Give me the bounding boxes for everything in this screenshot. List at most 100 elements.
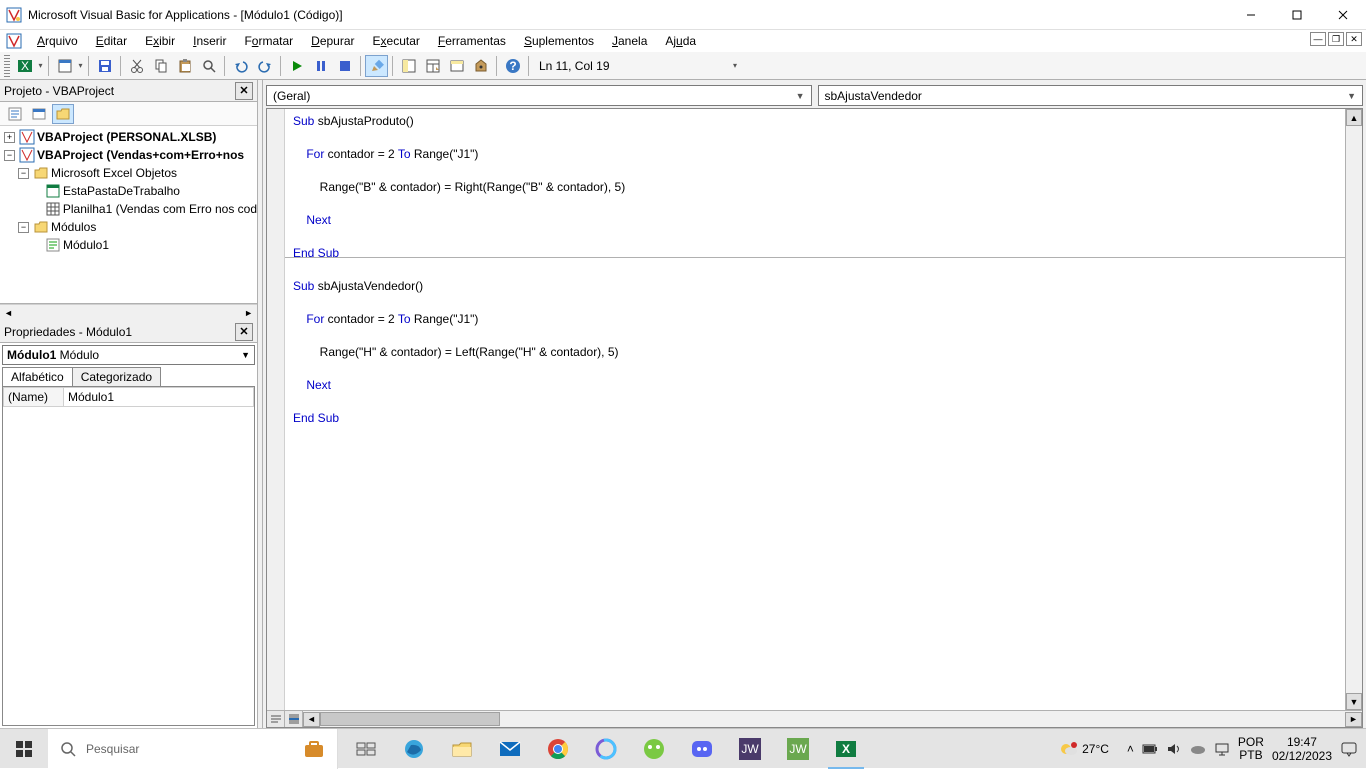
paste-button[interactable] [173,55,196,77]
taskbar-copilot[interactable] [582,729,630,769]
onedrive-icon[interactable] [1190,742,1206,756]
object-browser-button[interactable] [445,55,468,77]
break-button[interactable] [309,55,332,77]
hscroll-thumb[interactable] [320,712,500,726]
insert-userform-button[interactable] [53,55,76,77]
properties-object-combo[interactable]: Módulo1 Módulo ▼ [2,345,255,365]
view-code-button[interactable] [4,104,26,124]
project-tree-hscroll[interactable]: ◄► [0,304,257,321]
taskbar-discord[interactable] [678,729,726,769]
maximize-button[interactable] [1274,0,1320,30]
menu-depurar[interactable]: Depurar [302,32,363,50]
collapse-icon[interactable]: − [18,222,29,233]
toolbar-grip[interactable] [4,55,10,77]
tray-clock[interactable]: 19:47 02/12/2023 [1272,735,1332,763]
insert-dropdown[interactable]: ▾ [77,55,84,77]
tray-lang2[interactable]: PTB [1238,749,1264,762]
project-tree[interactable]: +VBAProject (PERSONAL.XLSB) −VBAProject … [0,126,257,304]
view-object-button[interactable] [28,104,50,124]
taskbar-apps: JW JW X [342,729,870,769]
project-explorer-button[interactable] [397,55,420,77]
tray-chevron-up-icon[interactable]: ˄ [1127,742,1134,756]
find-button[interactable] [197,55,220,77]
run-button[interactable] [285,55,308,77]
taskbar-app-green[interactable] [630,729,678,769]
tree-workbook[interactable]: EstaPastaDeTrabalho [63,184,180,198]
code-margin[interactable] [267,109,285,710]
battery-icon[interactable] [1142,742,1158,756]
menu-inserir[interactable]: Inserir [184,32,235,50]
menu-janela[interactable]: Janela [603,32,656,50]
properties-grid[interactable]: (Name) Módulo1 [2,386,255,726]
menu-ferramentas[interactable]: Ferramentas [429,32,515,50]
redo-button[interactable] [253,55,276,77]
menu-suplementos[interactable]: Suplementos [515,32,603,50]
taskbar-mail[interactable] [486,729,534,769]
scroll-right-icon[interactable]: ► [1345,712,1362,727]
toolbar-overflow[interactable]: ▾ [732,55,739,77]
cut-button[interactable] [125,55,148,77]
menu-exibir[interactable]: Exibir [136,32,184,50]
object-combo[interactable]: (Geral)▼ [266,85,812,106]
code-hscroll[interactable]: ◄ ► [303,711,1362,727]
taskbar-excel[interactable]: X [822,729,870,769]
mdi-restore-button[interactable]: ❐ [1328,32,1344,46]
notifications-icon[interactable] [1340,741,1358,757]
taskbar-edge[interactable] [390,729,438,769]
minimize-button[interactable] [1228,0,1274,30]
collapse-icon[interactable]: − [4,150,15,161]
procedure-view-button[interactable] [267,711,285,727]
taskbar-chrome[interactable] [534,729,582,769]
save-button[interactable] [93,55,116,77]
project-panel-close[interactable]: ✕ [235,82,253,100]
copy-button[interactable] [149,55,172,77]
tree-project-2[interactable]: VBAProject (Vendas+com+Erro+nos [37,148,244,162]
weather-widget[interactable]: 27°C [1058,739,1109,759]
prop-name-cell[interactable]: (Name) [4,388,64,407]
start-button[interactable] [0,729,48,769]
mdi-close-button[interactable]: ✕ [1346,32,1362,46]
task-view-button[interactable] [342,729,390,769]
reset-button[interactable] [333,55,356,77]
taskbar-explorer[interactable] [438,729,486,769]
view-excel-dropdown[interactable]: ▾ [37,55,44,77]
prop-value-cell[interactable]: Módulo1 [64,388,254,407]
menu-executar[interactable]: Executar [364,32,429,50]
taskbar-jw-dark[interactable]: JW [726,729,774,769]
network-icon[interactable] [1214,742,1230,756]
tree-project-1[interactable]: VBAProject (PERSONAL.XLSB) [37,130,216,144]
tree-excel-objects[interactable]: Microsoft Excel Objetos [51,166,177,180]
tree-modules-folder[interactable]: Módulos [51,220,96,234]
toolbox-button[interactable] [469,55,492,77]
help-button[interactable]: ? [501,55,524,77]
code-editor[interactable]: Sub sbAjustaProduto() For contador = 2 T… [285,109,1345,710]
volume-icon[interactable] [1166,742,1182,756]
scroll-down-icon[interactable]: ▼ [1346,693,1362,710]
mdi-minimize-button[interactable]: — [1310,32,1326,46]
expand-icon[interactable]: + [4,132,15,143]
collapse-icon[interactable]: − [18,168,29,179]
taskbar-search[interactable]: Pesquisar [48,729,338,769]
design-mode-button[interactable] [365,55,388,77]
properties-window-button[interactable] [421,55,444,77]
undo-button[interactable] [229,55,252,77]
menu-editar[interactable]: Editar [87,32,136,50]
procedure-combo[interactable]: sbAjustaVendedor▼ [818,85,1364,106]
properties-panel-close[interactable]: ✕ [235,323,253,341]
code-vscroll[interactable]: ▲ ▼ [1345,109,1362,710]
toggle-folders-button[interactable] [52,104,74,124]
tab-categorizado[interactable]: Categorizado [72,367,161,386]
scroll-left-icon[interactable]: ◄ [303,712,320,727]
tree-module1[interactable]: Módulo1 [63,238,109,252]
tree-sheet[interactable]: Planilha1 (Vendas com Erro nos cod [63,202,257,216]
menu-ajuda[interactable]: Ajuda [656,32,705,50]
close-button[interactable] [1320,0,1366,30]
view-excel-button[interactable]: X [13,55,36,77]
tab-alfabetico[interactable]: Alfabético [2,367,73,386]
taskbar-jw-green[interactable]: JW [774,729,822,769]
scroll-up-icon[interactable]: ▲ [1346,109,1362,126]
menu-arquivo[interactable]: Arquivo [28,32,87,50]
full-module-view-button[interactable] [285,711,303,727]
menu-formatar[interactable]: Formatar [235,32,302,50]
tray-lang1[interactable]: POR [1238,736,1264,749]
